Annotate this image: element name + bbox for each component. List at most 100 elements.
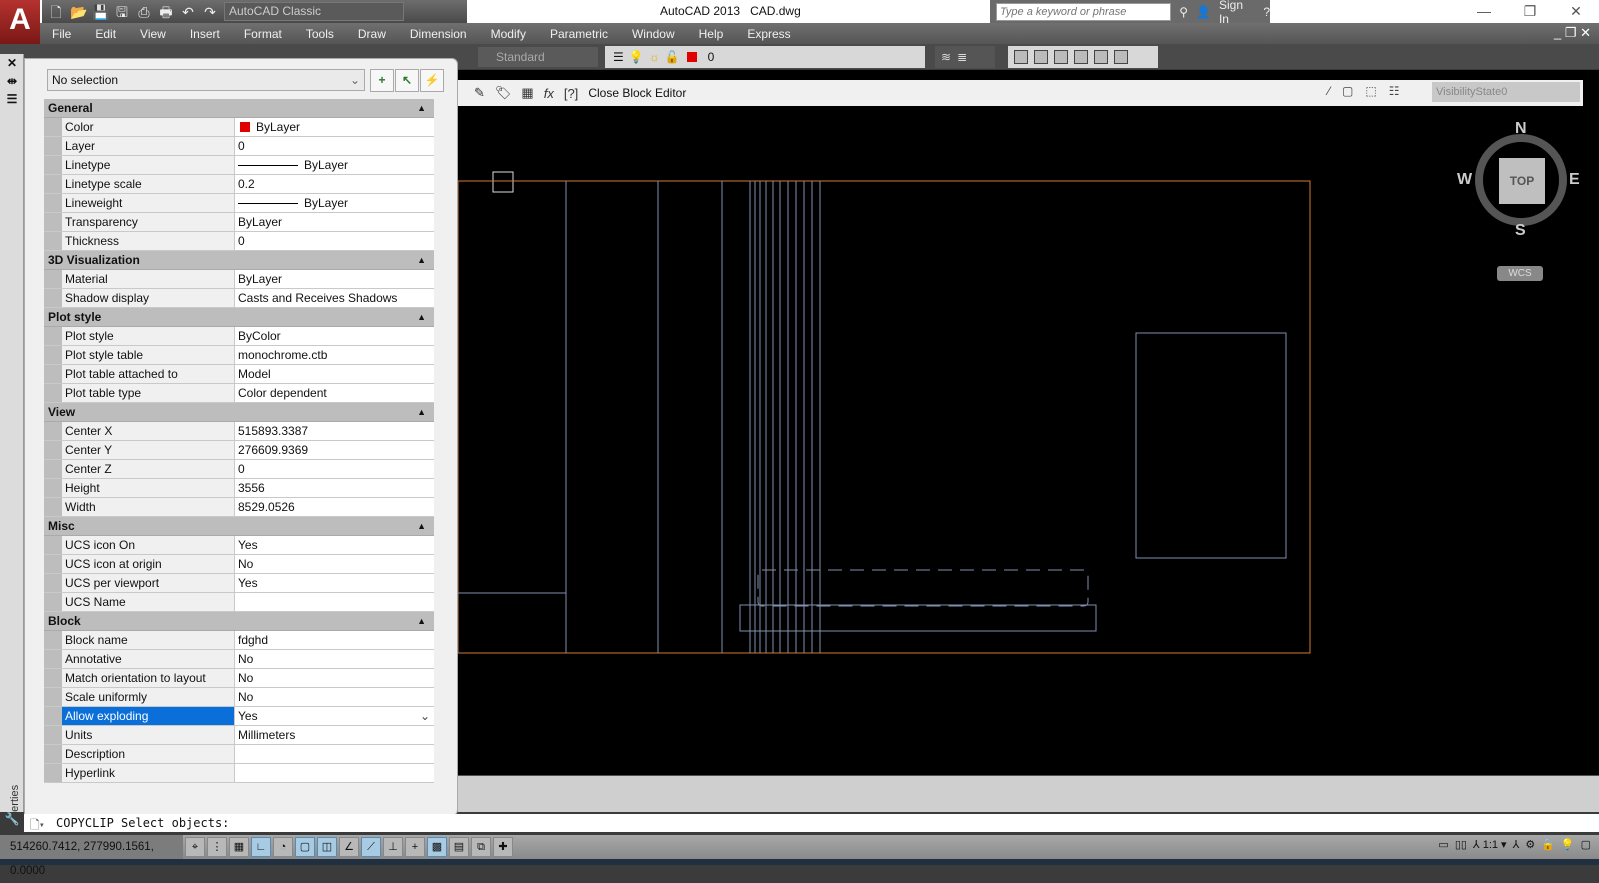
menu-modify[interactable]: Modify [479,27,538,41]
layer-previous-icon[interactable]: ≣ [957,50,967,64]
property-row[interactable]: Transparency ByLayer [44,213,434,232]
menu-insert[interactable]: Insert [178,27,232,41]
make-visible-icon[interactable]: ▢ [1342,84,1353,98]
compass-west[interactable]: W [1457,171,1472,189]
property-value[interactable]: No [235,688,434,706]
dynamic-input-icon[interactable]: ⊥ [383,837,403,857]
property-row[interactable]: Thickness 0 [44,232,434,251]
property-value[interactable]: Casts and Receives Shadows [235,289,434,307]
toggle-pickadd-button[interactable]: + [370,69,394,92]
property-value[interactable]: ByLayer [235,270,434,288]
close-button[interactable]: ✕ [1553,0,1599,23]
print-icon[interactable]: 🖶 [158,4,174,20]
menu-format[interactable]: Format [232,27,294,41]
close-block-editor-button[interactable]: Close Block Editor [588,86,686,100]
property-value[interactable] [235,593,434,611]
menu-view[interactable]: View [128,27,178,41]
quick-properties-icon[interactable]: ▤ [449,837,469,857]
style-dropdown[interactable]: Standard [478,47,598,67]
binoculars-icon[interactable]: ⚲ [1179,5,1188,19]
property-value[interactable]: 0 [235,137,434,155]
workspace-dropdown[interactable]: AutoCAD Classic [224,2,404,21]
help-icon[interactable]: ? [1263,5,1270,19]
bulb-icon[interactable]: 💡 [629,50,644,64]
property-row[interactable]: Width 8529.0526 [44,498,434,517]
grid-icon[interactable]: ▦ [229,837,249,857]
property-row[interactable]: UCS per viewport Yes [44,574,434,593]
bring-front-icon[interactable] [1014,50,1028,64]
property-value[interactable]: ByLayer [235,213,434,231]
property-row[interactable]: UCS icon at origin No [44,555,434,574]
command-line[interactable]: COPYCLIP Select objects: [24,814,1599,832]
lock-icon[interactable]: 🔓 [665,50,680,64]
property-value[interactable]: Color dependent [235,384,434,402]
undo-icon[interactable]: ↶ [180,4,196,20]
visibility-mode-icon[interactable]: ⁄ [1328,84,1330,98]
document-window-controls[interactable]: _ ❐ ✕ [1554,25,1591,41]
annotation-visibility-icon[interactable]: ⅄ [1513,838,1520,851]
property-row[interactable]: Linetype ByLayer [44,156,434,175]
tag-icon[interactable]: 🏷 [495,85,512,101]
application-menu-button[interactable]: A [0,0,40,44]
layer-dropdown[interactable]: 0 [708,50,715,64]
menu-tools[interactable]: Tools [294,27,346,41]
property-row[interactable]: Center Y 276609.9369 [44,441,434,460]
dynamic-ucs-icon[interactable]: ⟋ [361,837,381,857]
compass-east[interactable]: E [1569,171,1580,189]
property-value[interactable] [235,764,434,782]
selection-cycling-icon[interactable]: ⧉ [471,837,491,857]
property-row[interactable]: Layer 0 [44,137,434,156]
property-value[interactable]: Yes [235,574,434,592]
collapse-icon[interactable]: ▲ [417,251,426,270]
property-value[interactable]: 276609.9369 [235,441,434,459]
collapse-icon[interactable]: ▲ [417,612,426,631]
autohide-icon[interactable]: ⇹ [0,74,24,92]
osnap-icon[interactable]: ▢ [295,837,315,857]
otrack-icon[interactable]: ∠ [339,837,359,857]
recent-commands-icon[interactable]: 🗋▾ [30,816,44,837]
model-icon[interactable]: ▭ [1438,838,1448,851]
bring-above-icon[interactable] [1054,50,1068,64]
property-value[interactable]: 0.2 [235,175,434,193]
chevron-down-icon[interactable]: ⌄ [420,707,430,725]
publish-icon[interactable]: ⎙ [136,4,152,20]
fx-icon[interactable]: fx [544,86,554,101]
collapse-icon[interactable]: ▲ [417,308,426,327]
parameter-icon[interactable]: ✎ [474,85,485,101]
isolate-objects-icon[interactable]: 💡 [1561,838,1575,851]
property-value[interactable]: 515893.3387 [235,422,434,440]
send-under-icon[interactable] [1074,50,1088,64]
property-row[interactable]: Lineweight ByLayer [44,194,434,213]
sun-icon[interactable]: ☼ [649,50,660,64]
infer-constraints-icon[interactable]: ⌖ [185,837,205,857]
wcs-menu[interactable]: WCS [1497,266,1543,281]
clean-screen-icon[interactable]: ▢ [1581,838,1591,851]
menu-parametric[interactable]: Parametric [538,27,620,41]
property-value[interactable]: 3556 [235,479,434,497]
property-row[interactable]: Description [44,745,434,764]
property-row[interactable]: Center Z0 [44,460,434,479]
property-value[interactable]: 8529.0526 [235,498,434,516]
annotation-scale[interactable]: ⅄ 1:1 ▾ [1473,838,1507,851]
property-row[interactable]: Units Millimeters [44,726,434,745]
text-front-icon[interactable] [1094,50,1108,64]
sign-in-button[interactable]: Sign In [1219,0,1255,26]
visibility-state-dropdown[interactable]: VisibilityState0 [1432,82,1580,102]
property-row[interactable]: Annotative No [44,650,434,669]
section-header-block[interactable]: Block ▲ [44,612,434,631]
property-row[interactable]: Plot table attached to Model [44,365,434,384]
toolbar-lock-icon[interactable]: 🔒 [1541,838,1555,851]
property-row[interactable]: Shadow display Casts and Receives Shadows [44,289,434,308]
section-header-misc[interactable]: Misc ▲ [44,517,434,536]
save-icon[interactable]: 💾 [92,4,109,20]
snap-mode-icon[interactable]: ⋮ [207,837,227,857]
property-value[interactable]: ByLayer [235,118,434,136]
property-value[interactable]: Yes [235,536,434,554]
save-as-icon[interactable]: 🖫 [114,4,130,20]
ortho-icon[interactable]: ∟ [251,837,271,857]
block-table-icon[interactable]: ▦ [521,85,533,101]
search-input[interactable] [996,2,1172,21]
property-value[interactable]: 0 [235,460,434,478]
coordinates-readout[interactable]: 514260.7412, 277990.1561, 0.0000 [0,835,183,877]
close-palette-icon[interactable]: ✕ [0,56,24,74]
